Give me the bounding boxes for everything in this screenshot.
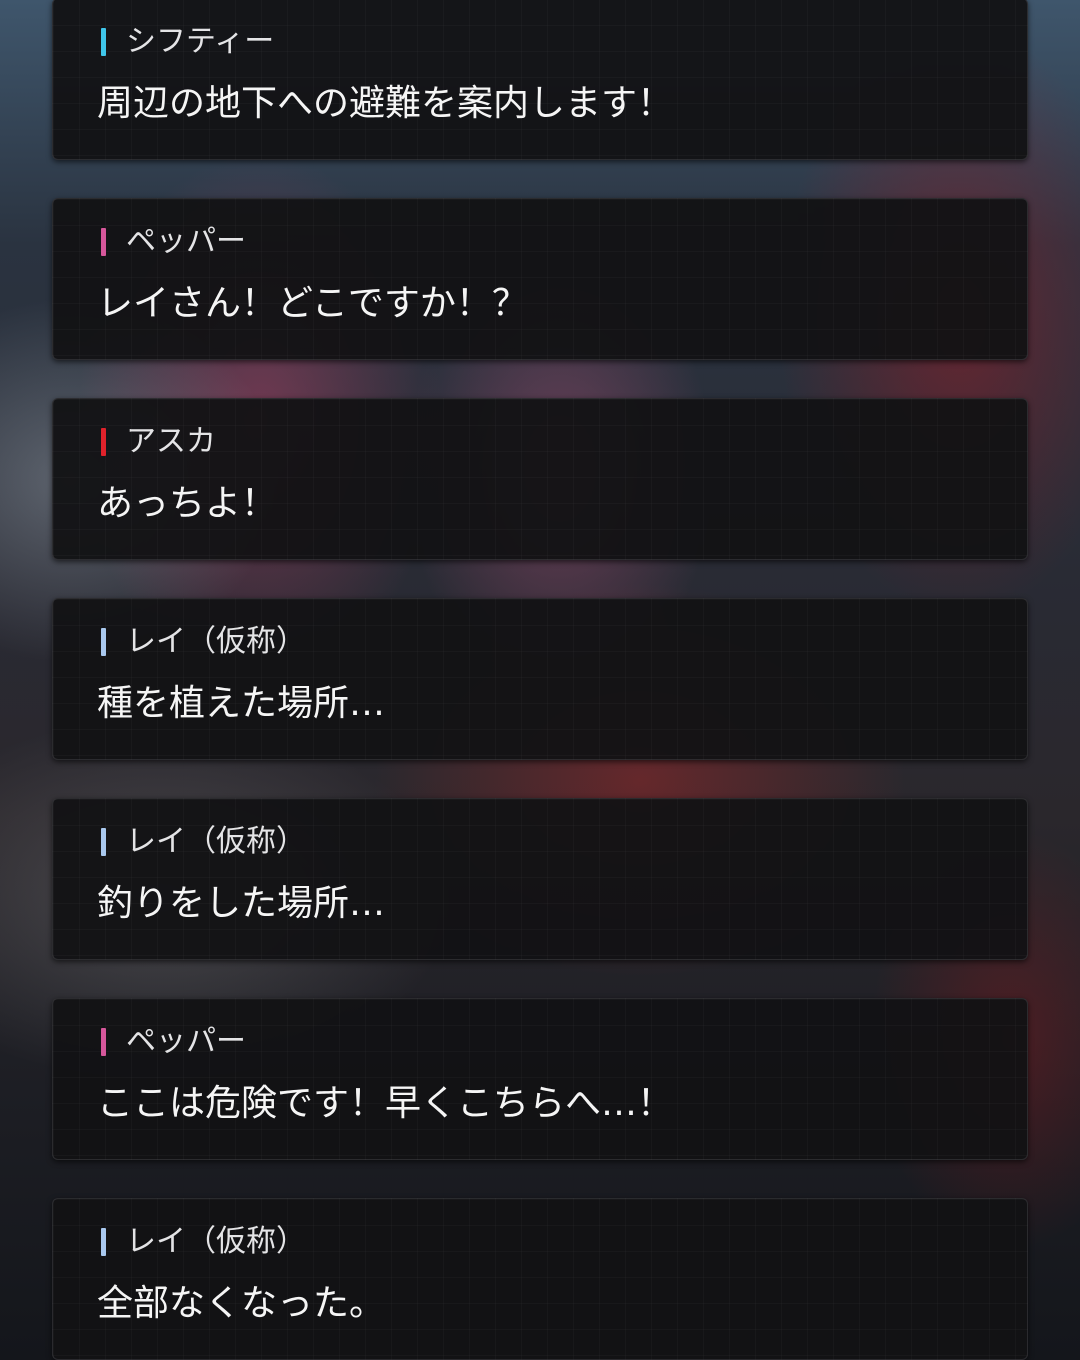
- message-card[interactable]: レイ（仮称） 全部なくなった。: [52, 1198, 1028, 1360]
- message-text: 種を植えた場所…: [97, 683, 386, 724]
- speaker-row: アスカ: [101, 425, 216, 459]
- speaker-color-bar: [101, 1228, 106, 1256]
- message-card[interactable]: アスカ あっちよ！: [52, 398, 1028, 560]
- message-text: 釣りをした場所…: [97, 883, 386, 924]
- message-card[interactable]: レイ（仮称） 釣りをした場所…: [52, 798, 1028, 960]
- message-text: レイさん！どこですか！？: [97, 283, 528, 324]
- speaker-name: アスカ: [126, 424, 216, 459]
- message-card[interactable]: レイ（仮称） 種を植えた場所…: [52, 598, 1028, 760]
- speaker-color-bar: [101, 428, 106, 456]
- message-card[interactable]: ペッパー ここは危険です！早くこちらへ…！: [52, 998, 1028, 1160]
- speaker-row: シフティー: [101, 25, 274, 59]
- message-text: あっちよ！: [97, 483, 278, 524]
- message-card[interactable]: ペッパー レイさん！どこですか！？: [52, 198, 1028, 360]
- speaker-name: レイ（仮称）: [126, 1224, 306, 1259]
- speaker-name: レイ（仮称）: [126, 624, 306, 659]
- speaker-color-bar: [101, 28, 106, 56]
- speaker-row: レイ（仮称）: [101, 625, 306, 659]
- message-text: 周辺の地下への避難を案内します！: [97, 83, 674, 124]
- speaker-color-bar: [101, 628, 106, 656]
- speaker-color-bar: [101, 1028, 106, 1056]
- speaker-name: シフティー: [126, 24, 275, 59]
- message-text: 全部なくなった。: [97, 1283, 386, 1324]
- speaker-color-bar: [101, 828, 106, 856]
- message-text: ここは危険です！早くこちらへ…！: [97, 1083, 674, 1124]
- speaker-row: ペッパー: [101, 225, 246, 259]
- speaker-color-bar: [101, 228, 106, 256]
- speaker-row: レイ（仮称）: [101, 1225, 306, 1259]
- speaker-name: レイ（仮称）: [126, 824, 306, 859]
- speaker-name: ペッパー: [126, 1024, 246, 1059]
- speaker-row: レイ（仮称）: [101, 825, 306, 859]
- message-card[interactable]: シフティー 周辺の地下への避難を案内します！: [52, 0, 1028, 160]
- speaker-name: ペッパー: [126, 224, 246, 259]
- speaker-row: ペッパー: [101, 1025, 246, 1059]
